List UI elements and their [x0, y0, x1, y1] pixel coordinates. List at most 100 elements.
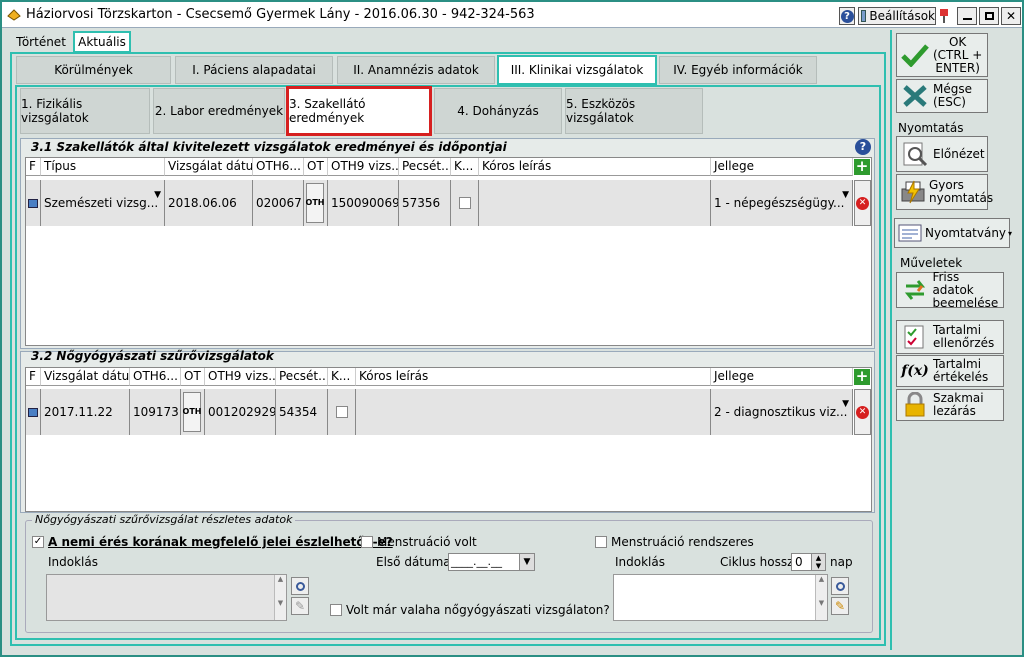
checkbox[interactable] — [335, 406, 348, 418]
tab-klinikai-vizsgalatok[interactable]: III. Klinikai vizsgálatok — [497, 55, 657, 85]
col-header[interactable]: Kóros leírás — [356, 368, 711, 386]
cancel-button[interactable]: Mégse (ESC) — [896, 79, 988, 113]
cell-koros-checkbox[interactable] — [328, 389, 356, 435]
delete-row-button[interactable]: ✕ — [854, 180, 871, 226]
settings-button[interactable]: Beállítások — [858, 7, 936, 25]
cell-koros-leiras[interactable] — [479, 180, 711, 226]
col-header[interactable]: Pecsét... — [276, 368, 328, 386]
signs-checkbox[interactable]: ✓ — [32, 536, 44, 548]
scrollbar[interactable]: ▲ ▼ — [274, 575, 286, 620]
indoklas-textarea[interactable]: ▲ ▼ — [46, 574, 287, 621]
col-header[interactable]: Kóros leírás — [479, 158, 711, 176]
cell-jellege[interactable]: 1 - népegészségügy... ▼ — [711, 180, 853, 226]
dropdown-icon[interactable]: ▼ — [842, 389, 849, 427]
calendar-dropdown-icon[interactable]: ▼ — [519, 554, 534, 570]
col-header[interactable]: OT — [304, 158, 328, 176]
tab-eszkozos[interactable]: 5. Eszközös vizsgálatok — [565, 88, 703, 134]
oth-button[interactable]: OTH — [183, 392, 201, 432]
col-header[interactable]: OTH9 vizs... — [328, 158, 399, 176]
table-row[interactable]: Szemészeti vizsg... ▼ 2018.06.06 020067 O… — [26, 180, 872, 226]
cell-oth6[interactable]: 109173 — [130, 389, 181, 435]
tab-anamnezis-adatok[interactable]: II. Anamnézis adatok — [337, 56, 495, 84]
tab-fizikalis[interactable]: 1. Fizikális vizsgálatok — [20, 88, 150, 134]
volt-mar-row[interactable]: Volt már valaha nőgyógyászati vizsgálato… — [330, 603, 610, 617]
col-header[interactable]: K... — [328, 368, 356, 386]
minimize-button[interactable] — [957, 7, 977, 25]
volt-mar-checkbox[interactable] — [330, 604, 342, 616]
col-header[interactable]: Típus — [41, 158, 165, 176]
signs-checkbox-row[interactable]: ✓ A nemi érés korának megfelelő jelei és… — [32, 535, 393, 549]
add-row-icon[interactable]: + — [854, 159, 870, 175]
checkbox[interactable] — [458, 197, 471, 209]
edit-icon[interactable] — [26, 389, 41, 435]
elonezet-button[interactable]: Előnézet — [896, 136, 988, 172]
cell-pecset[interactable]: 54354 — [276, 389, 328, 435]
ok-button[interactable]: OK (CTRL + ENTER) — [896, 33, 988, 77]
tab-tortenet[interactable]: Történet — [12, 32, 70, 52]
tab-korulmenyek[interactable]: Körülmények — [16, 56, 171, 84]
cell-koros-checkbox[interactable] — [451, 180, 479, 226]
col-header[interactable]: F — [26, 368, 41, 386]
gyors-nyomtatas-button[interactable]: Gyors nyomtatás — [896, 174, 993, 210]
tab-aktualis[interactable]: Aktuális — [73, 31, 131, 53]
menstruacio-rendszeres-row[interactable]: Menstruáció rendszeres — [595, 535, 754, 549]
col-header[interactable]: Vizsgálat dátu... — [165, 158, 253, 176]
oth-button[interactable]: OTH — [306, 183, 324, 223]
friss-adatok-button[interactable]: Friss adatok beemelése — [896, 270, 1004, 309]
col-header[interactable]: Vizsgálat dátu... — [41, 368, 130, 386]
add-row-icon[interactable]: + — [854, 369, 870, 385]
dropdown-icon[interactable]: ▼ — [842, 180, 849, 218]
cell-ot[interactable]: OTH — [304, 180, 328, 226]
tab-dohanyzas[interactable]: 4. Dohányzás — [434, 88, 562, 134]
tab-szakellato[interactable]: 3. Szakellátó eredmények — [286, 86, 432, 136]
indoklas2-textarea[interactable]: ▲ ▼ — [613, 574, 828, 621]
col-header[interactable]: Jellege — [711, 368, 853, 386]
cell-oth9[interactable]: 150090069 — [328, 180, 399, 226]
nyomtatvany-button[interactable]: Nyomtatvány ▾ — [894, 218, 1013, 248]
szakmai-lezaras-button[interactable]: Szakmai lezárás — [896, 389, 1004, 421]
dropdown-icon[interactable]: ▼ — [154, 180, 161, 218]
cell-jellege[interactable]: 2 - diagnosztikus viz... ▼ — [711, 389, 853, 435]
cell-datum[interactable]: 2018.06.06 — [165, 180, 253, 226]
col-header[interactable]: OTH6... — [253, 158, 304, 176]
cell-tipus[interactable]: Szemészeti vizsg... ▼ — [41, 180, 165, 226]
cell-oth6[interactable]: 020067 — [253, 180, 304, 226]
tartalmi-ertekeles-button[interactable]: f(x) Tartalmi értékelés — [896, 355, 1004, 387]
cell-pecset[interactable]: 57356 — [399, 180, 451, 226]
delete-row-button[interactable]: ✕ — [854, 389, 871, 435]
search-icon[interactable] — [831, 577, 849, 595]
help-icon[interactable]: ? — [855, 139, 871, 155]
stepper-arrows-icon[interactable]: ▲ ▼ — [811, 554, 825, 570]
menstruacio-rendszeres-checkbox[interactable] — [595, 536, 607, 548]
edit-icon[interactable]: ✎ — [291, 597, 309, 615]
tartalmi-ellenorzes-button[interactable]: Tartalmi ellenőrzés — [896, 320, 1004, 354]
close-button[interactable]: ✕ — [1001, 7, 1021, 25]
help-icon[interactable]: ? — [839, 7, 855, 25]
table-row[interactable]: 2017.11.22 109173 OTH 001202929 54354 2 … — [26, 389, 872, 435]
dropdown-arrow-icon: ▾ — [1008, 228, 1013, 238]
col-header[interactable]: F — [26, 158, 41, 176]
menstruacio-volt-checkbox[interactable] — [361, 536, 373, 548]
pin-icon[interactable] — [937, 8, 951, 24]
ciklus-stepper[interactable]: 0 ▲ ▼ — [791, 553, 826, 571]
maximize-button[interactable] — [979, 7, 999, 25]
tab-labor[interactable]: 2. Labor eredmények — [153, 88, 285, 134]
cell-koros-leiras[interactable] — [356, 389, 711, 435]
edit-icon[interactable]: ✎ — [831, 597, 849, 615]
col-header[interactable]: Jellege — [711, 158, 853, 176]
cell-ot[interactable]: OTH — [181, 389, 205, 435]
scrollbar[interactable]: ▲ ▼ — [815, 575, 827, 620]
col-header[interactable]: OT — [181, 368, 205, 386]
col-header[interactable]: OTH9 vizs... — [205, 368, 276, 386]
col-header[interactable]: OTH6... — [130, 368, 181, 386]
edit-icon[interactable] — [26, 180, 41, 226]
tab-egyeb-informaciok[interactable]: IV. Egyéb információk — [659, 56, 817, 84]
menstruacio-volt-row[interactable]: Menstruáció volt — [361, 535, 477, 549]
col-header[interactable]: Pecsét... — [399, 158, 451, 176]
col-header[interactable]: K... — [451, 158, 479, 176]
elso-datuma-input[interactable]: ____.__.__ ▼ — [448, 553, 535, 571]
cell-datum[interactable]: 2017.11.22 — [41, 389, 130, 435]
cell-oth9[interactable]: 001202929 — [205, 389, 276, 435]
search-icon[interactable] — [291, 577, 309, 595]
tab-paciens-alapadatai[interactable]: I. Páciens alapadatai — [175, 56, 333, 84]
